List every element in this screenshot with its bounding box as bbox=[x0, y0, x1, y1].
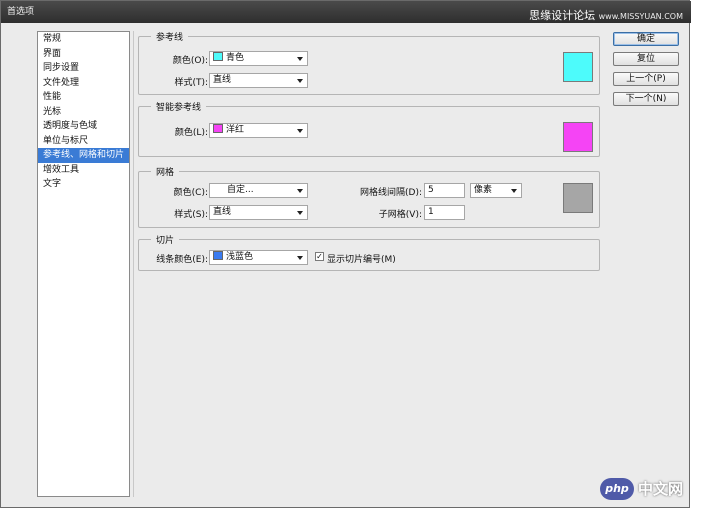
grid-style-value: 直线 bbox=[213, 207, 232, 217]
category-transparency-gamut[interactable]: 透明度与色域 bbox=[38, 119, 129, 134]
guides-style-select[interactable]: 直线 bbox=[209, 73, 308, 88]
php-logo-text: 中文网 bbox=[638, 480, 684, 498]
guides-title: 参考线 bbox=[151, 30, 189, 43]
subdivisions-label: 子网格(V): bbox=[378, 210, 422, 220]
chevron-down-icon bbox=[297, 79, 303, 83]
chevron-down-icon bbox=[297, 189, 303, 193]
grid-color-value: 自定... bbox=[227, 185, 254, 195]
guides-style-label: 样式(T): bbox=[174, 78, 208, 88]
prev-button[interactable]: 上一个(P) bbox=[613, 72, 679, 86]
next-button[interactable]: 下一个(N) bbox=[613, 92, 679, 106]
grid-title: 网格 bbox=[151, 165, 180, 178]
guides-color-chip bbox=[213, 52, 223, 61]
php-logo-badge: php bbox=[600, 478, 634, 500]
category-file-handling[interactable]: 文件处理 bbox=[38, 76, 129, 91]
smart-guides-color-swatch[interactable] bbox=[563, 122, 593, 152]
category-type[interactable]: 文字 bbox=[38, 177, 129, 192]
chevron-down-icon bbox=[297, 256, 303, 260]
guides-color-label: 颜色(O): bbox=[172, 56, 208, 66]
slice-line-color-chip bbox=[213, 251, 223, 260]
chevron-down-icon bbox=[297, 211, 303, 215]
category-performance[interactable]: 性能 bbox=[38, 90, 129, 105]
smart-guides-title: 智能参考线 bbox=[151, 100, 207, 113]
smart-guides-color-label: 颜色(L): bbox=[174, 128, 208, 138]
show-slice-numbers-checkbox[interactable]: ✓ bbox=[315, 252, 324, 261]
grid-style-label: 样式(S): bbox=[174, 210, 208, 220]
watermark: 思缘设计论坛 www.MISSYUAN.COM bbox=[529, 5, 683, 28]
grid-color-label: 颜色(C): bbox=[173, 188, 208, 198]
category-list: 常规 界面 同步设置 文件处理 性能 光标 透明度与色域 单位与标尺 参考线、网… bbox=[37, 31, 130, 497]
slice-line-color-select[interactable]: 浅蓝色 bbox=[209, 250, 308, 265]
slice-line-color-label: 线条颜色(E): bbox=[156, 255, 208, 265]
chevron-down-icon bbox=[297, 129, 303, 133]
category-general[interactable]: 常规 bbox=[38, 32, 129, 47]
smart-guides-color-chip bbox=[213, 124, 223, 133]
slice-line-color-value: 浅蓝色 bbox=[226, 252, 254, 262]
smart-guides-color-select[interactable]: 洋红 bbox=[209, 123, 308, 138]
smart-guides-color-value: 洋红 bbox=[226, 125, 245, 135]
guides-color-value: 青色 bbox=[226, 53, 245, 63]
category-guides-grid-slices[interactable]: 参考线、网格和切片 bbox=[38, 148, 129, 163]
guides-style-value: 直线 bbox=[213, 75, 232, 85]
grid-color-swatch[interactable] bbox=[563, 183, 593, 213]
slices-title: 切片 bbox=[151, 233, 180, 246]
subdivisions-input[interactable]: 1 bbox=[424, 205, 465, 220]
grid-color-select[interactable]: 自定... bbox=[209, 183, 308, 198]
php-cn-logo: php 中文网 bbox=[600, 476, 710, 502]
chevron-down-icon bbox=[297, 57, 303, 61]
ok-button[interactable]: 确定 bbox=[613, 32, 679, 46]
gridline-every-label: 网格线间隔(D): bbox=[360, 188, 422, 198]
chevron-down-icon bbox=[511, 189, 517, 193]
gridline-unit-select[interactable]: 像素 bbox=[470, 183, 522, 198]
title-bar: 首选项 思缘设计论坛 www.MISSYUAN.COM bbox=[1, 1, 691, 23]
show-slice-numbers-label: 显示切片编号(M) bbox=[327, 255, 396, 265]
guides-color-select[interactable]: 青色 bbox=[209, 51, 308, 66]
gridline-every-input[interactable]: 5 bbox=[424, 183, 465, 198]
category-cursors[interactable]: 光标 bbox=[38, 105, 129, 120]
gridline-unit-value: 像素 bbox=[474, 185, 493, 195]
category-interface[interactable]: 界面 bbox=[38, 47, 129, 62]
category-plugins[interactable]: 增效工具 bbox=[38, 163, 129, 178]
category-sync-settings[interactable]: 同步设置 bbox=[38, 61, 129, 76]
watermark-url: www.MISSYUAN.COM bbox=[598, 12, 683, 21]
window-title: 首选项 bbox=[7, 7, 35, 17]
category-units-rulers[interactable]: 单位与标尺 bbox=[38, 134, 129, 149]
grid-style-select[interactable]: 直线 bbox=[209, 205, 308, 220]
watermark-text: 思缘设计论坛 bbox=[529, 9, 596, 22]
reset-button[interactable]: 复位 bbox=[613, 52, 679, 66]
guides-color-swatch[interactable] bbox=[563, 52, 593, 82]
